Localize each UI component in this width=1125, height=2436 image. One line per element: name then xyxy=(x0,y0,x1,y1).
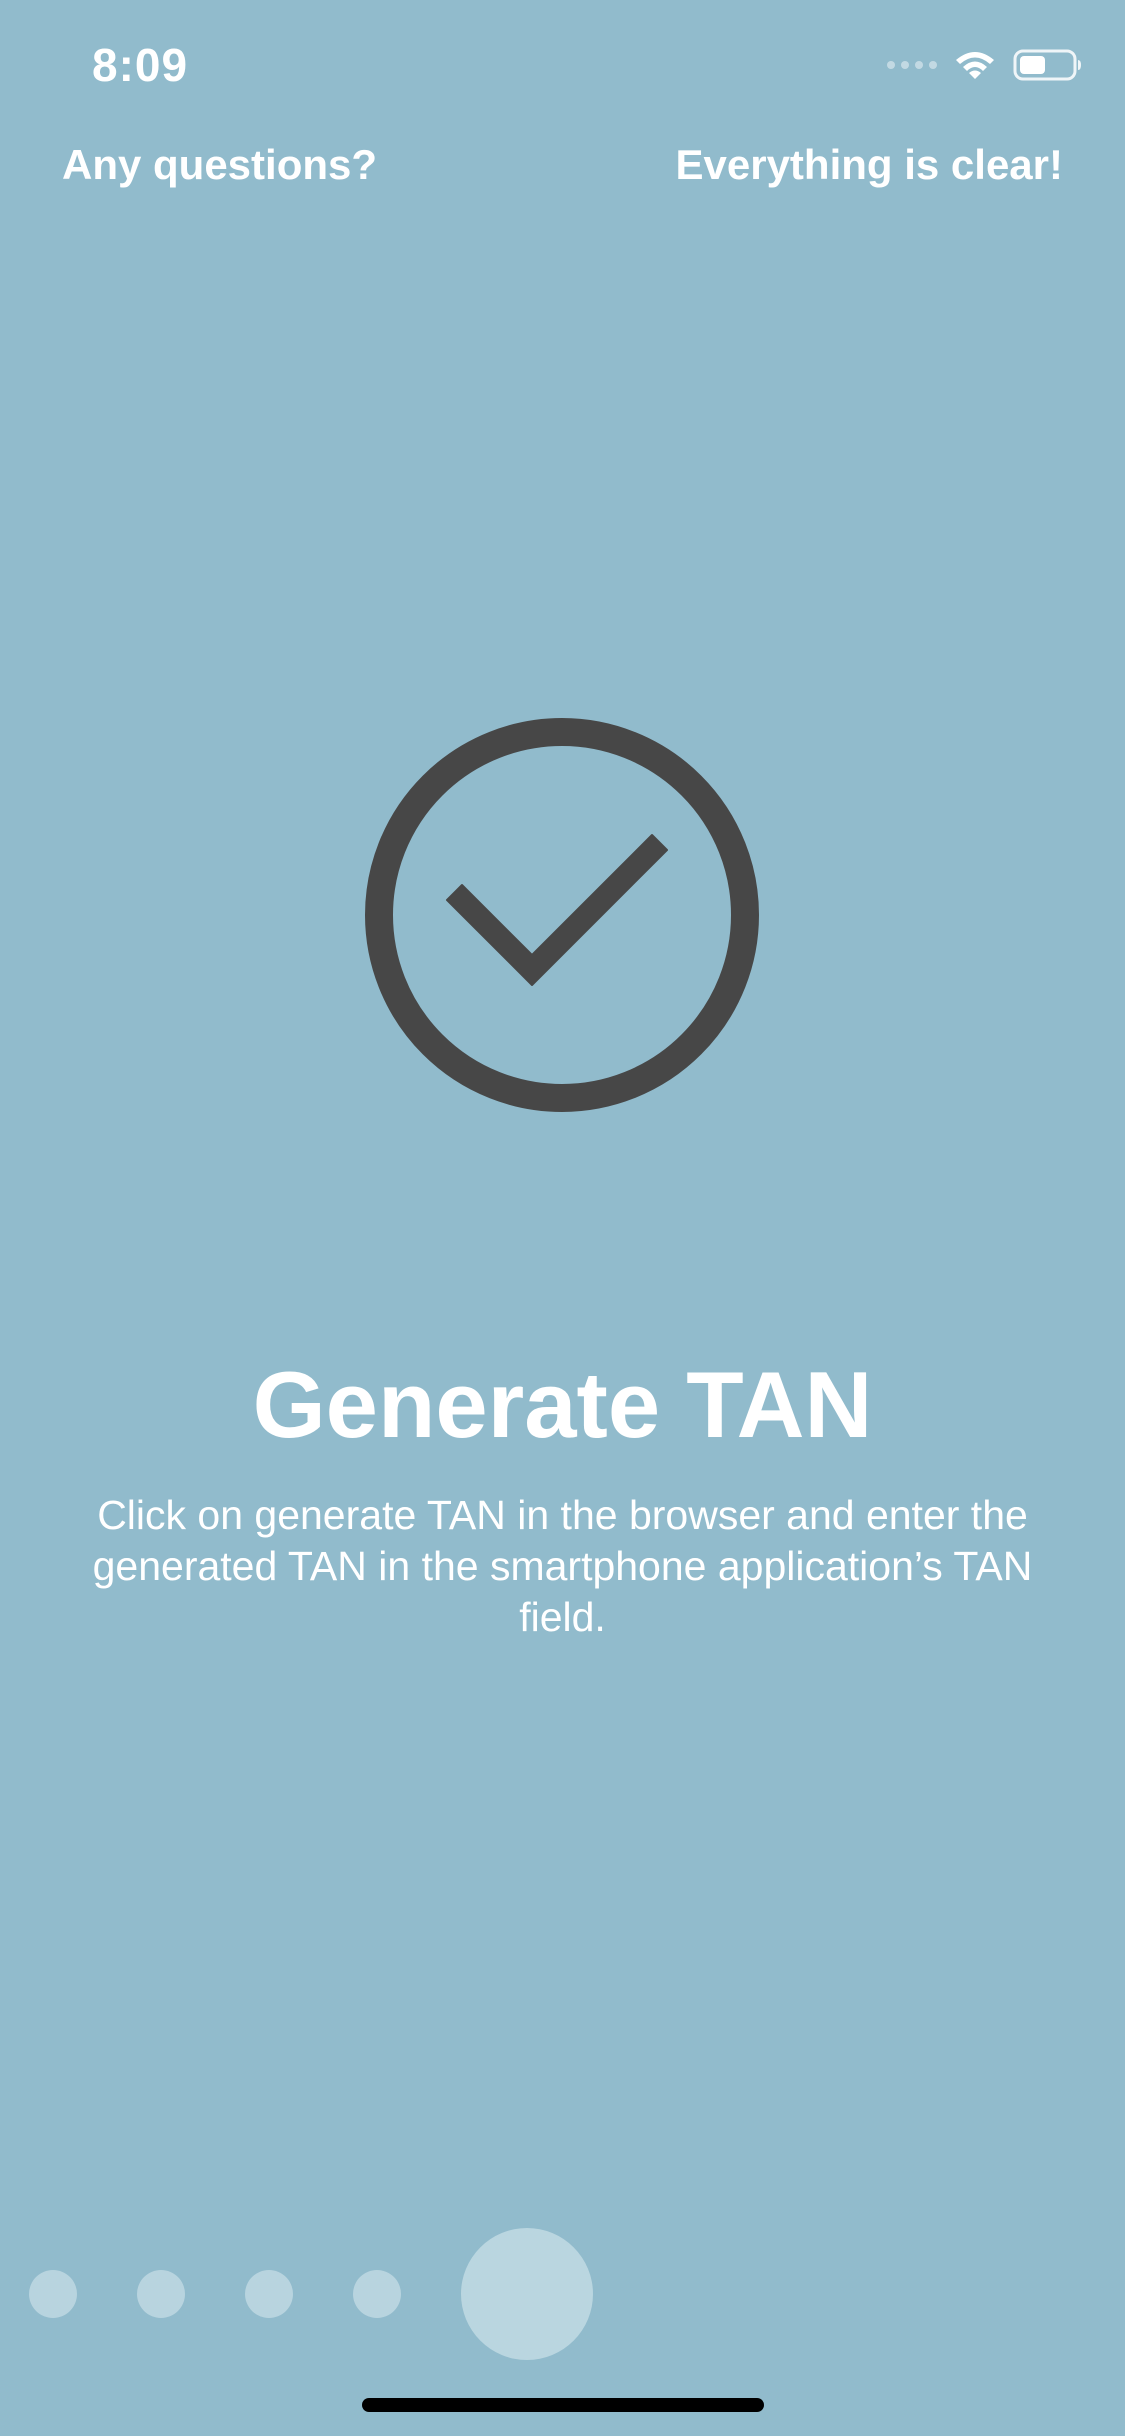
page-dot-1[interactable] xyxy=(29,2270,77,2318)
status-time: 8:09 xyxy=(92,39,189,91)
page-indicator[interactable] xyxy=(0,2225,1125,2365)
everything-is-clear-button[interactable]: Everything is clear! xyxy=(676,135,1064,195)
signal-icon xyxy=(887,61,937,69)
page-dot-5-active[interactable] xyxy=(461,2228,593,2360)
status-bar: 8:09 xyxy=(0,0,1125,130)
any-questions-button[interactable]: Any questions? xyxy=(62,135,377,195)
page-dot-3[interactable] xyxy=(245,2270,293,2318)
wifi-icon xyxy=(956,52,994,79)
page-title: Generate TAN xyxy=(252,1352,873,1457)
checkmark-circle-icon xyxy=(365,718,759,1112)
page-dot-4[interactable] xyxy=(353,2270,401,2318)
status-icons xyxy=(887,48,1083,82)
home-indicator[interactable] xyxy=(362,2398,764,2412)
page-description: Click on generate TAN in the browser and… xyxy=(92,1492,1033,1640)
page-dot-2[interactable] xyxy=(137,2270,185,2318)
battery-icon xyxy=(1013,49,1081,81)
top-actions: Any questions? Everything is clear! xyxy=(0,135,1125,195)
